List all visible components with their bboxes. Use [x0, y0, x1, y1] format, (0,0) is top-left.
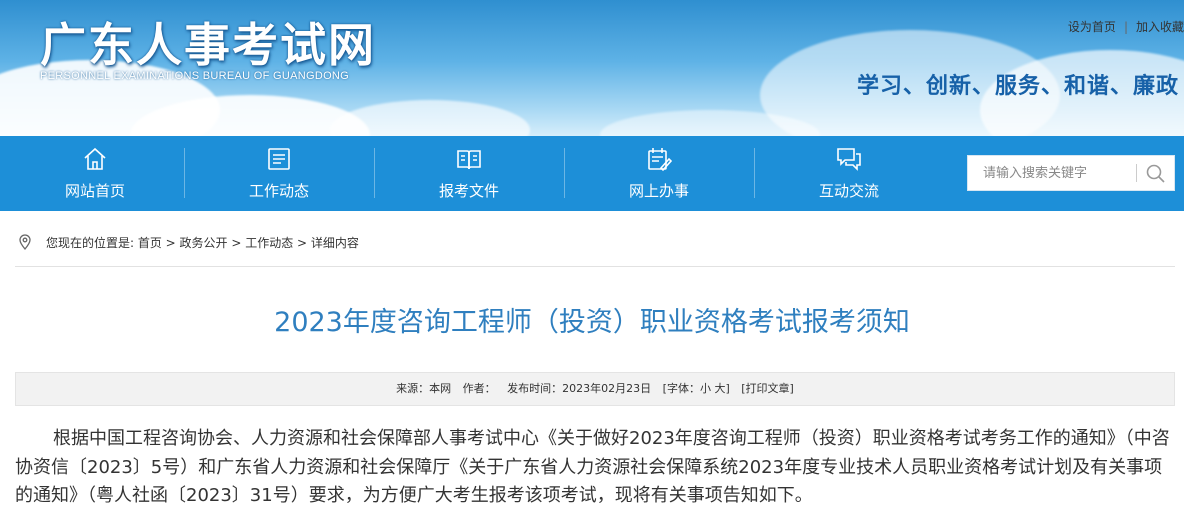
article-meta: 来源：本网 作者： 发布时间：2023年02月23日 [字体：小 大] [打印文… — [15, 372, 1175, 406]
nav-item-label: 报考文件 — [438, 182, 499, 200]
news-list-icon — [268, 148, 290, 170]
site-slogan: 学习、创新、服务、和谐、廉政 — [857, 74, 1180, 99]
site-logo-title[interactable]: 广东人事考试网 — [40, 9, 376, 75]
nav-item-interaction[interactable]: 互动交流 — [754, 136, 944, 211]
breadcrumb-text[interactable]: 您现在的位置是: 首页 > 政务公开 > 工作动态 > 详细内容 — [46, 234, 359, 251]
search-box — [967, 155, 1175, 191]
header-banner: 广东人事考试网 PERSONNEL EXAMINATIONS BUREAU OF… — [0, 0, 1184, 136]
search-icon[interactable] — [1144, 162, 1168, 184]
location-pin-icon — [19, 234, 31, 250]
site-logo-subtitle: PERSONNEL EXAMINATIONS BUREAU OF GUANGDO… — [40, 70, 350, 82]
article-author: 作者： — [462, 382, 496, 395]
link-separator: | — [1123, 20, 1128, 34]
nav-item-label: 互动交流 — [818, 182, 879, 200]
article-source: 来源：本网 — [396, 382, 452, 395]
article-title: 2023年度咨询工程师（投资）职业资格考试报考须知 — [274, 307, 910, 338]
nav-item-exam-docs[interactable]: 报考文件 — [374, 136, 564, 211]
nav-item-label: 网站首页 — [64, 182, 125, 200]
search-divider — [1136, 164, 1137, 182]
article-body: 根据中国工程咨询协会、人力资源和社会保障部人事考试中心《关于做好2023年度咨询… — [15, 428, 1170, 506]
nav-item-online-services[interactable]: 网上办事 — [564, 136, 754, 211]
search-input[interactable] — [968, 156, 1136, 190]
chat-icon — [837, 148, 861, 171]
nav-item-label: 网上办事 — [628, 182, 689, 200]
calendar-edit-icon — [648, 148, 672, 172]
book-icon — [457, 150, 481, 170]
add-favorite-link[interactable]: 加入收藏 — [1136, 20, 1184, 34]
nav-item-work-news[interactable]: 工作动态 — [184, 136, 374, 211]
top-links: 设为首页 | 加入收藏 — [1068, 18, 1184, 35]
font-size-control[interactable]: [字体：小 大] — [663, 382, 730, 395]
home-icon — [84, 147, 106, 170]
breadcrumb-divider — [15, 266, 1175, 267]
print-article-link[interactable]: [打印文章] — [741, 382, 794, 395]
article-date: 发布时间：2023年02月23日 — [507, 382, 652, 395]
nav-item-home[interactable]: 网站首页 — [0, 136, 190, 211]
set-homepage-link[interactable]: 设为首页 — [1068, 20, 1116, 34]
nav-item-label: 工作动态 — [248, 182, 309, 200]
